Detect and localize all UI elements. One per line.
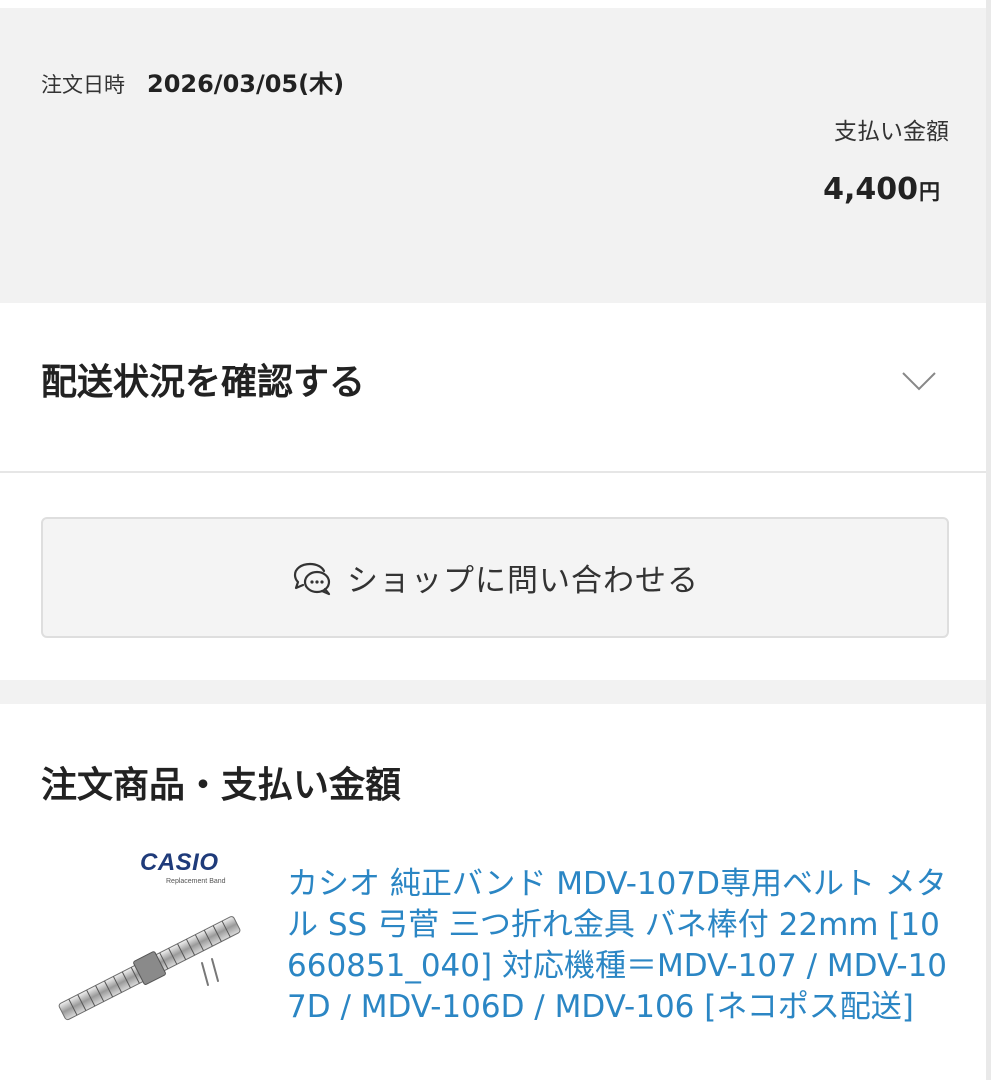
- order-date: 注文日時 2026/03/05(木): [41, 64, 344, 99]
- order-date-label: 注文日時: [41, 73, 125, 97]
- payment-value: 4,400: [823, 172, 918, 207]
- product-name-link[interactable]: カシオ 純正バンド MDV-107D専用ベルト メタル SS 弓菅 三つ折れ金具…: [287, 864, 951, 1028]
- contact-shop-button[interactable]: ショップに問い合わせる: [41, 517, 949, 638]
- order-summary: 注文日時 2026/03/05(木) 支払い金額 4,400 円: [0, 8, 986, 303]
- products-title: 注文商品・支払い金額: [41, 765, 402, 806]
- contact-section: ショップに問い合わせる: [0, 475, 986, 680]
- shipping-status-accordion[interactable]: 配送状況を確認する: [0, 303, 986, 473]
- shipping-status-title: 配送状況を確認する: [41, 362, 366, 403]
- ordered-products-section: 注文商品・支払い金額 CASIO Replacement Band カシオ 純正…: [0, 704, 986, 1080]
- order-date-value: 2026/03/05(木): [147, 70, 345, 98]
- payment-amount: 4,400 円: [823, 172, 940, 207]
- casio-logo: CASIO: [140, 849, 219, 876]
- chevron-down-icon: [902, 372, 936, 391]
- top-strip: [0, 0, 991, 8]
- scroll-edge: [986, 0, 991, 1080]
- contact-shop-label: ショップに問い合わせる: [347, 563, 699, 599]
- product-thumbnail[interactable]: CASIO Replacement Band: [50, 849, 250, 1059]
- section-divider: [0, 680, 986, 704]
- payment-label: 支払い金額: [834, 119, 949, 145]
- watch-band-image: [58, 916, 241, 1021]
- thumb-subtitle: Replacement Band: [166, 878, 226, 885]
- chat-bubbles-icon: [293, 562, 331, 595]
- payment-unit: 円: [919, 180, 940, 204]
